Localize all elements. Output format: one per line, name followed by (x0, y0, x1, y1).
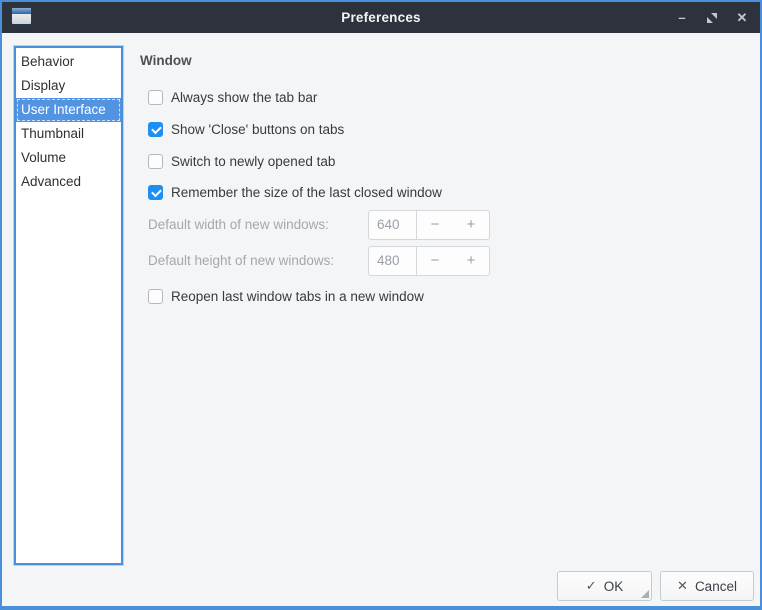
sidebar-item-user-interface[interactable]: User Interface (16, 98, 121, 122)
spinbox-increment-button[interactable]: + (453, 211, 489, 239)
window-title: Preferences (2, 10, 760, 25)
cancel-button[interactable]: ✕ Cancel (660, 571, 754, 601)
sidebar-item-volume[interactable]: Volume (16, 146, 121, 170)
spinbox-increment-button[interactable]: + (453, 247, 489, 275)
spinbox-decrement-button[interactable]: − (417, 247, 453, 275)
sidebar-item-advanced[interactable]: Advanced (16, 170, 121, 194)
minimize-button[interactable]: – (674, 2, 690, 33)
ok-button[interactable]: ✓ OK (557, 571, 652, 601)
sidebar-item-thumbnail[interactable]: Thumbnail (16, 122, 121, 146)
restore-button[interactable] (704, 12, 720, 24)
sidebar-item-behavior[interactable]: Behavior (16, 50, 121, 74)
default-height-spinbox[interactable]: 480 − + (368, 246, 490, 276)
restore-icon (706, 12, 718, 24)
titlebar: Preferences – ✕ (2, 2, 760, 33)
option-always-show-tab-bar[interactable]: Always show the tab bar (148, 89, 317, 105)
preferences-category-list: Behavior Display User Interface Thumbnai… (14, 46, 123, 565)
spinbox-value[interactable]: 640 (369, 211, 417, 239)
option-show-close-buttons[interactable]: Show 'Close' buttons on tabs (148, 121, 344, 137)
close-button[interactable]: ✕ (734, 2, 750, 33)
default-width-row: Default width of new windows: 640 − + (148, 210, 493, 240)
checkbox[interactable] (148, 122, 163, 137)
spinbox-decrement-button[interactable]: − (417, 211, 453, 239)
section-title-window: Window (140, 53, 192, 68)
spinbox-value[interactable]: 480 (369, 247, 417, 275)
close-x-icon: ✕ (677, 578, 688, 594)
checkbox-label: Switch to newly opened tab (171, 154, 335, 169)
preferences-dialog: Preferences – ✕ Behavior Display User In… (0, 0, 762, 610)
default-height-label: Default height of new windows: (148, 246, 334, 276)
checkbox[interactable] (148, 154, 163, 169)
sidebar-item-display[interactable]: Display (16, 74, 121, 98)
default-height-row: Default height of new windows: 480 − + (148, 246, 493, 276)
checkbox-label: Show 'Close' buttons on tabs (171, 122, 344, 137)
option-switch-to-new-tab[interactable]: Switch to newly opened tab (148, 153, 335, 169)
checkbox[interactable] (148, 90, 163, 105)
default-width-label: Default width of new windows: (148, 210, 329, 240)
ok-button-label: OK (604, 579, 624, 594)
checkbox[interactable] (148, 289, 163, 304)
option-reopen-last-tabs[interactable]: Reopen last window tabs in a new window (148, 288, 424, 304)
cancel-button-label: Cancel (695, 579, 737, 594)
check-icon: ✓ (586, 578, 597, 594)
checkbox-label: Reopen last window tabs in a new window (171, 289, 424, 304)
checkbox[interactable] (148, 185, 163, 200)
checkbox-label: Always show the tab bar (171, 90, 317, 105)
checkbox-label: Remember the size of the last closed win… (171, 185, 442, 200)
option-remember-window-size[interactable]: Remember the size of the last closed win… (148, 184, 442, 200)
window-controls: – ✕ (674, 2, 750, 33)
default-width-spinbox[interactable]: 640 − + (368, 210, 490, 240)
